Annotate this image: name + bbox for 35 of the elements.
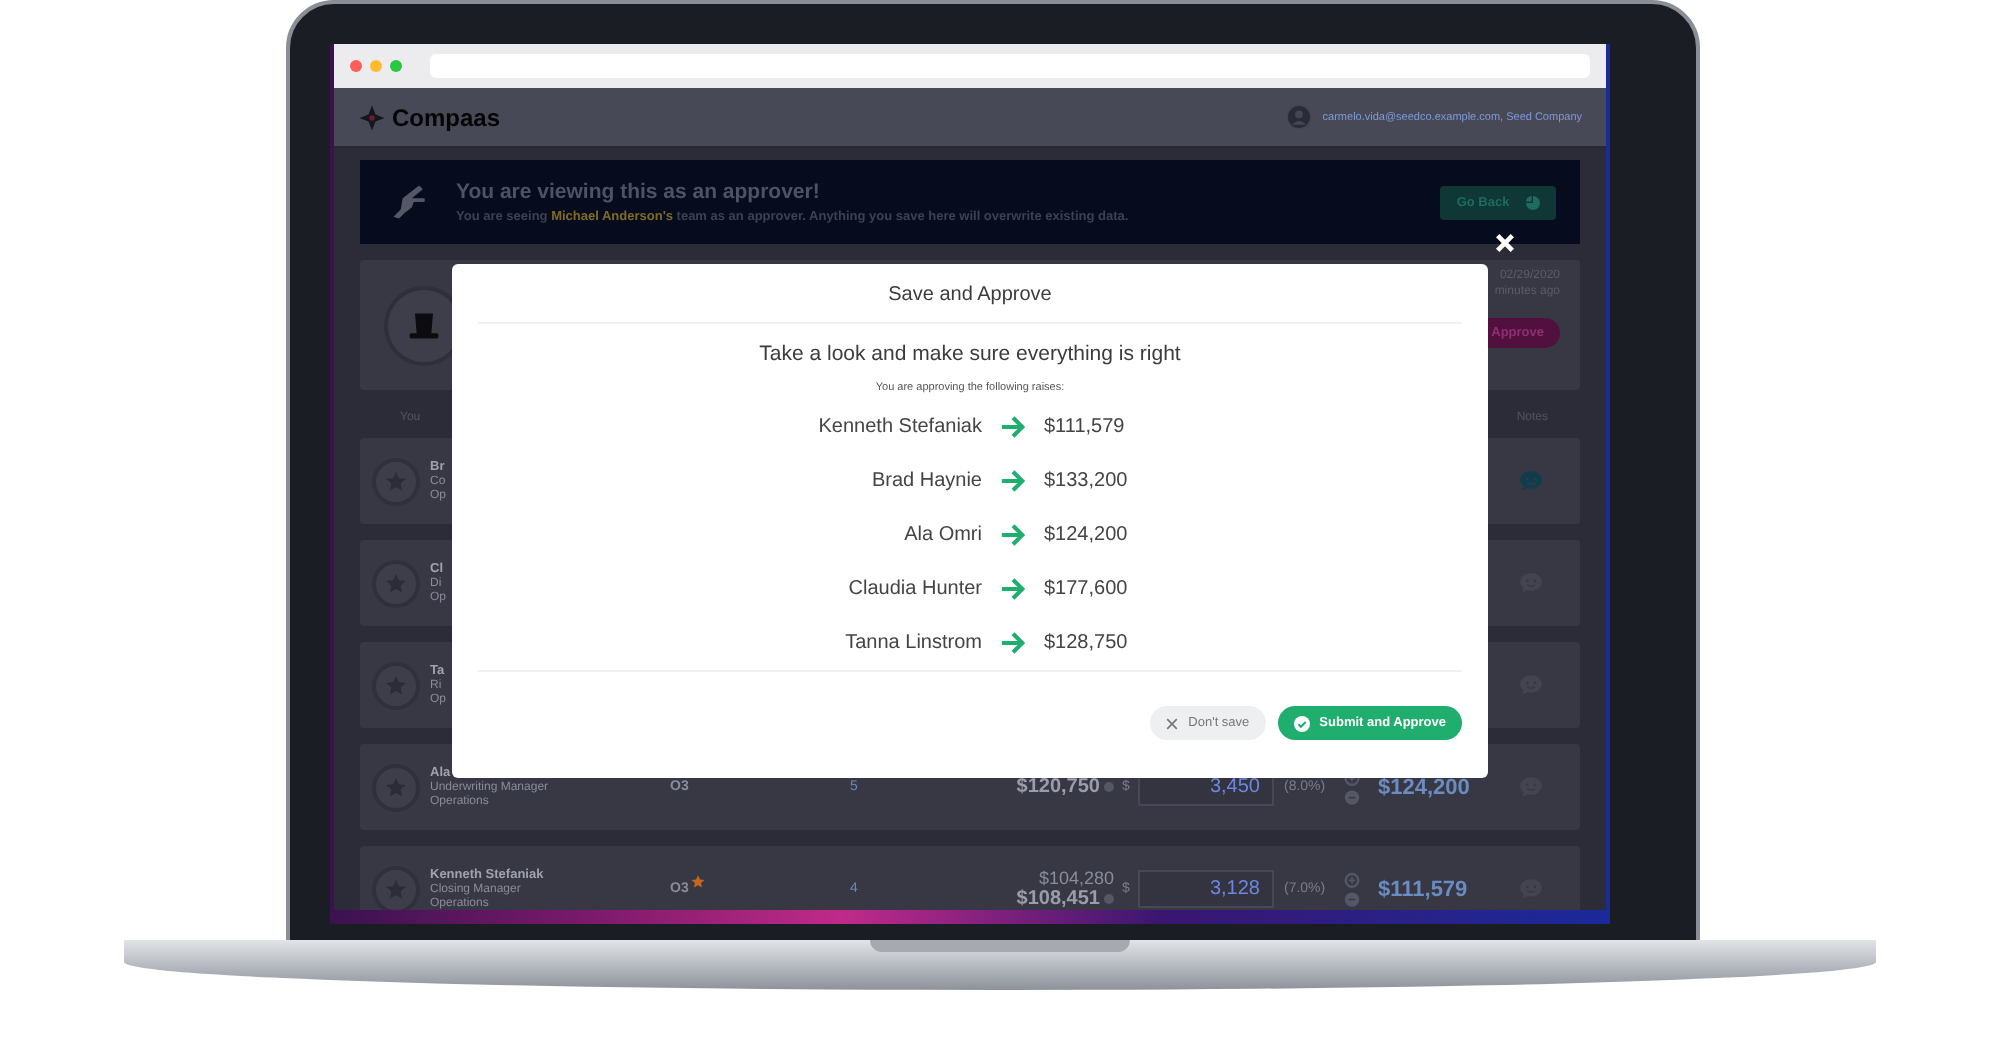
arrow-right-icon xyxy=(1000,414,1026,440)
raise-amount: $111,579 xyxy=(1044,416,1125,438)
arrow-right-icon xyxy=(1000,630,1026,656)
raise-amount: $133,200 xyxy=(1044,470,1128,492)
current-salary: $120,750 xyxy=(1016,776,1100,798)
new-salary: $111,579 xyxy=(1378,877,1468,901)
arrow-right-icon xyxy=(1000,468,1026,494)
chat-bubble-icon[interactable] xyxy=(1518,468,1544,494)
raise-amount: $124,200 xyxy=(1044,524,1128,546)
compass-logo-icon xyxy=(358,103,386,131)
employee-name: Tanna Linstrom xyxy=(843,632,982,654)
employee-name: Ala Omri xyxy=(902,524,982,546)
close-icon[interactable] xyxy=(1494,232,1516,254)
modal-heading: Take a look and make sure everything is right xyxy=(759,342,1181,366)
current-salary: $108,451 xyxy=(1016,888,1100,910)
user-avatar-icon[interactable] xyxy=(1286,104,1313,130)
arrow-right-icon xyxy=(1000,522,1026,548)
employee-name: Kenneth Stefaniak xyxy=(816,416,982,438)
previous-salary: $104,280 xyxy=(1038,868,1114,888)
modal-title: Save and Approve xyxy=(888,282,1052,310)
banner-title: You are viewing this as an approver! xyxy=(456,180,822,204)
check-circle-icon xyxy=(1293,715,1310,731)
employee-name: Claudia Hunter xyxy=(846,578,982,600)
raise-input[interactable]: 3,128 xyxy=(1138,870,1274,908)
raise-amount: $128,750 xyxy=(1044,632,1128,654)
pie-chart-icon xyxy=(1525,195,1540,209)
info-icon xyxy=(1104,894,1114,904)
app-logo: Compaas xyxy=(392,103,501,131)
employee-name: Brad Haynie xyxy=(869,470,982,492)
top-hat-icon xyxy=(406,307,442,343)
info-icon xyxy=(1104,782,1114,792)
arrow-right-icon xyxy=(1000,576,1026,602)
raise-amount: $177,600 xyxy=(1044,578,1128,600)
close-icon xyxy=(1166,717,1179,729)
new-salary: $124,200 xyxy=(1378,775,1470,799)
